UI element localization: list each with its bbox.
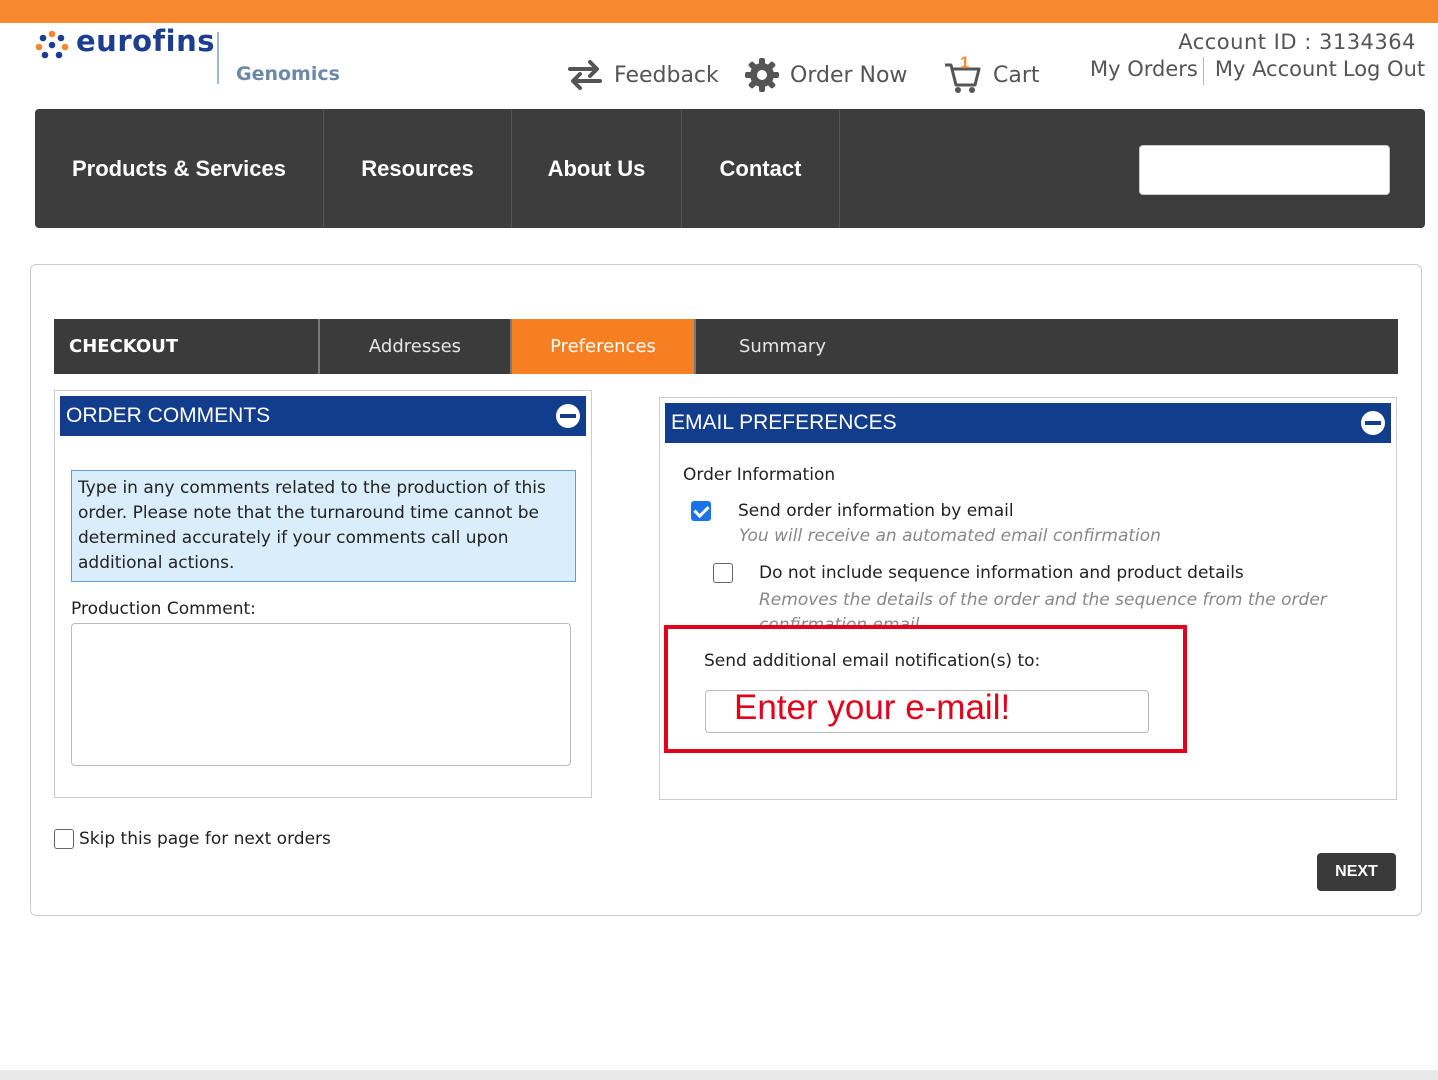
next-button[interactable]: NEXT bbox=[1317, 853, 1396, 891]
order-comments-title: ORDER COMMENTS bbox=[66, 404, 271, 427]
cart-icon: 1 bbox=[945, 55, 981, 93]
nav-contact[interactable]: Contact bbox=[682, 109, 840, 228]
exclude-sequence-hint: Removes the details of the order and the… bbox=[759, 590, 1327, 629]
checkout-steps: CHECKOUT Addresses Preferences Summary bbox=[54, 319, 1398, 374]
send-order-info-hint: You will receive an automated email conf… bbox=[739, 526, 1161, 546]
exclude-sequence-hint-wrap: Removes the details of the order and the… bbox=[759, 588, 1379, 629]
step-preferences[interactable]: Preferences bbox=[512, 319, 694, 374]
logo-subtitle: Genomics bbox=[236, 63, 340, 85]
order-now-link[interactable]: Order Now bbox=[744, 57, 907, 93]
order-information-heading: Order Information bbox=[683, 465, 836, 485]
step-addresses[interactable]: Addresses bbox=[320, 319, 512, 374]
send-order-info-label: Send order information by email bbox=[738, 501, 1014, 521]
logo-divider bbox=[217, 32, 219, 84]
collapse-minus-icon[interactable] bbox=[1361, 411, 1385, 435]
eurofins-logo[interactable]: eurofins Genomics bbox=[34, 24, 344, 90]
account-id: Account ID : 3134364 bbox=[1178, 30, 1416, 54]
link-separator bbox=[1202, 57, 1210, 85]
exclude-sequence-checkbox[interactable] bbox=[713, 563, 733, 583]
email-preferences-header: EMAIL PREFERENCES bbox=[665, 403, 1391, 443]
skip-page-option[interactable]: Skip this page for next orders bbox=[54, 829, 331, 849]
email-input-placeholder: Enter your e-mail! bbox=[734, 688, 1011, 727]
my-orders-link[interactable]: My Orders bbox=[1087, 57, 1201, 85]
cart-label: Cart bbox=[993, 62, 1040, 88]
step-checkout: CHECKOUT bbox=[54, 319, 320, 374]
nav-products-services[interactable]: Products & Services bbox=[35, 109, 324, 228]
gear-icon bbox=[745, 58, 779, 92]
feedback-arrows-icon bbox=[568, 60, 602, 90]
order-comments-header: ORDER COMMENTS bbox=[60, 396, 586, 436]
additional-email-label: Send additional email notification(s) to… bbox=[704, 651, 1041, 671]
nav-about-us[interactable]: About Us bbox=[512, 109, 682, 228]
top-accent-bar bbox=[0, 0, 1438, 23]
order-comments-panel: ORDER COMMENTS Type in any comments rela… bbox=[54, 390, 592, 798]
additional-email-input[interactable]: Enter your e-mail! bbox=[705, 688, 1149, 733]
send-order-info-checkbox[interactable] bbox=[691, 501, 711, 521]
logo-wordmark: eurofins bbox=[76, 24, 216, 58]
feedback-label: Feedback bbox=[614, 62, 719, 88]
my-account-link[interactable]: My Account bbox=[1212, 57, 1340, 85]
collapse-minus-icon[interactable] bbox=[556, 404, 580, 428]
order-now-label: Order Now bbox=[790, 62, 908, 88]
eurofins-dots-icon bbox=[35, 30, 69, 59]
feedback-link[interactable]: Feedback bbox=[566, 57, 719, 93]
exclude-sequence-label: Do not include sequence information and … bbox=[759, 563, 1244, 583]
search-input[interactable] bbox=[1139, 145, 1390, 195]
email-preferences-title: EMAIL PREFERENCES bbox=[671, 411, 897, 434]
step-summary[interactable]: Summary bbox=[694, 319, 894, 374]
skip-page-checkbox[interactable] bbox=[54, 829, 74, 849]
order-comments-note: Type in any comments related to the prod… bbox=[71, 470, 576, 582]
main-nav: Products & Services Resources About Us C… bbox=[35, 109, 1425, 228]
skip-page-label: Skip this page for next orders bbox=[79, 829, 331, 849]
account-links: My Orders My Account Log Out bbox=[1087, 57, 1428, 85]
footer-strip bbox=[0, 1070, 1438, 1080]
log-out-link[interactable]: Log Out bbox=[1340, 57, 1428, 85]
cart-link[interactable]: 1 Cart bbox=[943, 55, 1040, 95]
production-comment-label: Production Comment: bbox=[71, 599, 256, 619]
production-comment-textarea[interactable] bbox=[71, 623, 571, 766]
cart-count-badge: 1 bbox=[960, 55, 969, 72]
nav-resources[interactable]: Resources bbox=[324, 109, 512, 228]
